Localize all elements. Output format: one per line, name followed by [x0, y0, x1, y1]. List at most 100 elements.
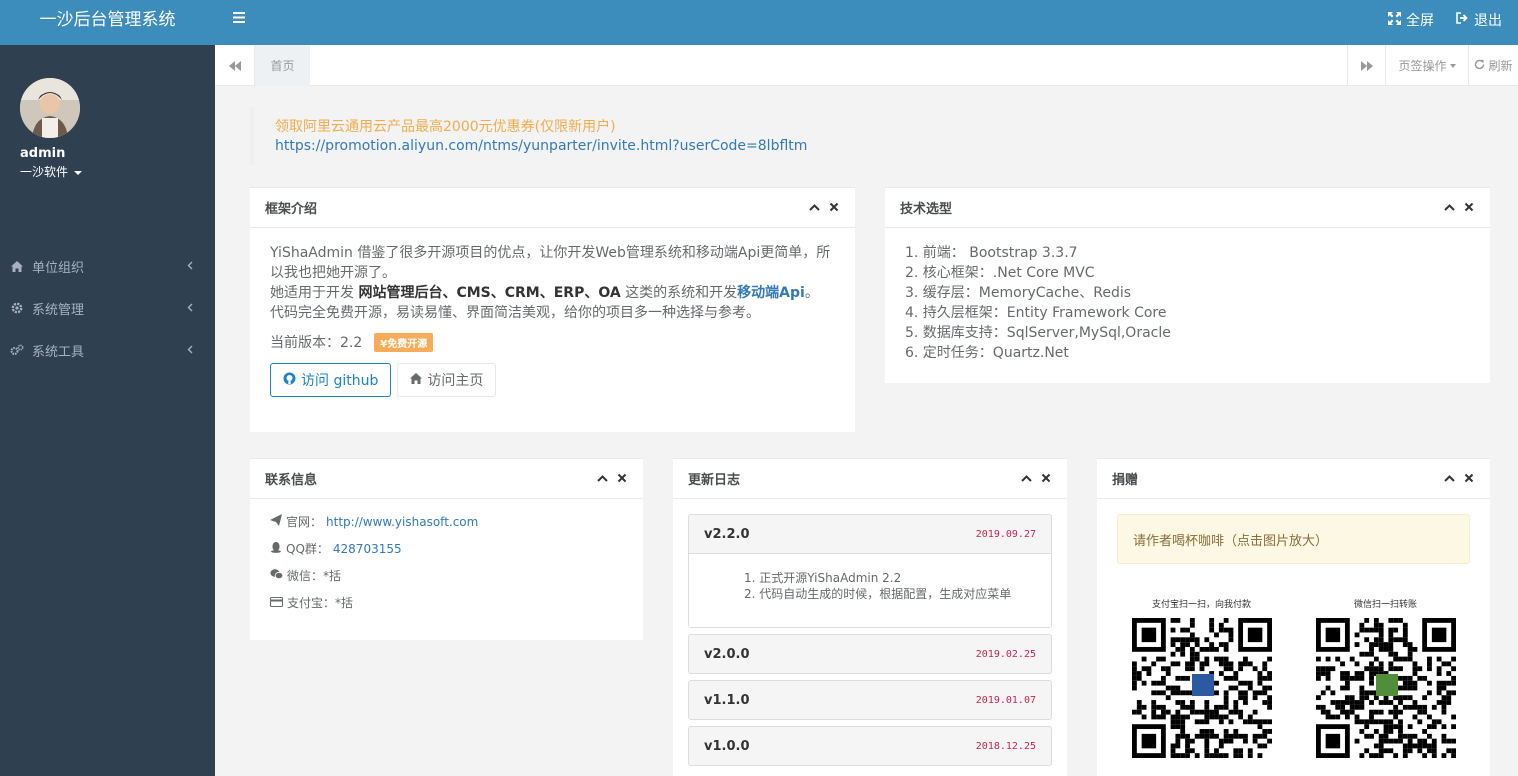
- changelog-version: v1.0.0: [704, 738, 750, 754]
- promo-link[interactable]: https://promotion.aliyun.com/ntms/yunpar…: [275, 137, 807, 156]
- panel-title: 更新日志: [688, 473, 741, 488]
- bars-icon: [233, 12, 245, 23]
- refresh-label: 刷新: [1488, 59, 1513, 73]
- chevron-left-icon: [187, 301, 195, 316]
- gear-icon: [10, 302, 24, 314]
- collapse-icon[interactable]: [597, 473, 608, 484]
- contact-wechat: 微信：*括: [270, 563, 623, 590]
- changelog-entry[interactable]: v1.1.0 2019.01.07: [688, 680, 1052, 720]
- fullscreen-button[interactable]: 全屏: [1388, 10, 1434, 30]
- wechat-qr-code-image[interactable]: [1315, 618, 1456, 758]
- gears-icon: [10, 344, 24, 356]
- close-icon[interactable]: [617, 473, 628, 484]
- home-icon: [410, 372, 423, 388]
- alipay-caption: 支付宝扫一扫，向我付款: [1151, 600, 1251, 610]
- changelog-entry[interactable]: v2.2.0 2019.09.27 1. 正式开源YiShaAdmin 2.2 …: [688, 514, 1052, 628]
- contact-alipay: 支付宝：*括: [270, 590, 623, 617]
- visit-github-button[interactable]: 访问 github: [270, 363, 392, 397]
- contact-website: 官网： http://www.yishasoft.com: [270, 509, 623, 536]
- visit-github-label: 访问 github: [301, 373, 379, 389]
- list-item: 2. 代码自动生成的时候，根据配置，生成对应菜单: [744, 587, 1012, 601]
- tab-home[interactable]: 首页: [255, 45, 310, 86]
- intro-description: YiShaAdmin 借鉴了很多开源项目的优点，让你开发Web管理系统和移动端A…: [270, 243, 835, 323]
- donate-alert: 请作者喝杯咖啡（点击图片放大）: [1117, 514, 1470, 564]
- changelog-version: v2.0.0: [704, 646, 750, 662]
- qq-group-link[interactable]: 428703155: [333, 536, 402, 563]
- changelog-date: 2018.12.25: [975, 740, 1036, 752]
- close-icon[interactable]: [1041, 473, 1052, 484]
- sidebar-item-label: 单位组织: [32, 260, 85, 276]
- qq-icon: [270, 536, 282, 563]
- tab-scroll-right-button[interactable]: [1347, 45, 1385, 86]
- sidebar-item-label: 系统工具: [32, 344, 85, 360]
- collapse-icon[interactable]: [1444, 473, 1455, 484]
- panel-title: 框架介绍: [265, 202, 318, 217]
- fullscreen-label: 全屏: [1406, 13, 1434, 29]
- user-org-dropdown[interactable]: 一沙软件: [20, 163, 215, 180]
- alipay-qr-code-image[interactable]: [1131, 618, 1272, 758]
- changelog-date: 2019.01.07: [975, 694, 1036, 706]
- page-tab-bar: 首页 页签操作 刷新: [215, 45, 1518, 86]
- refresh-icon: [1474, 59, 1485, 73]
- wechat-icon: [270, 563, 284, 590]
- sidebar-item-org[interactable]: 单位组织: [0, 245, 215, 287]
- contact-panel: 联系信息 官网： http://www.yishasoft.com QQ群： 428…: [250, 458, 643, 640]
- sidebar-item-tools[interactable]: 系统工具: [0, 329, 215, 371]
- caret-down-icon: [74, 170, 83, 175]
- collapse-icon[interactable]: [1021, 473, 1032, 484]
- website-link[interactable]: http://www.yishasoft.com: [326, 509, 478, 536]
- list-item: 5. 数据库支持：SqlServer,MySql,Oracle: [905, 325, 1171, 341]
- donate-panel: 捐赠 请作者喝杯咖啡（点击图片放大） 支付宝扫一扫，向我付款 微信扫一扫转账: [1097, 458, 1490, 776]
- chevron-left-icon: [187, 259, 195, 274]
- collapse-icon[interactable]: [1444, 202, 1455, 213]
- chevron-left-icon: [187, 343, 195, 358]
- list-item: 4. 持久层框架：Entity Framework Core: [905, 305, 1167, 321]
- changelog-version: v1.1.0: [704, 692, 750, 708]
- expand-icon: [1388, 11, 1401, 29]
- tab-scroll-left-button[interactable]: [215, 45, 255, 86]
- sidebar-item-label: 系统管理: [32, 302, 85, 318]
- panel-title: 捐赠: [1112, 473, 1139, 488]
- menu-toggle-button[interactable]: [233, 12, 249, 28]
- intro-line-2: 她适用于开发 网站管理后台、CMS、CRM、ERP、OA 这类的系统和开发移动端…: [270, 285, 819, 301]
- changelog-entry[interactable]: v1.0.0 2018.12.25: [688, 726, 1052, 766]
- user-name: admin: [20, 146, 66, 161]
- list-item: 2. 核心框架：.Net Core MVC: [905, 265, 1095, 281]
- list-item: 1. 前端： Bootstrap 3.3.7: [905, 245, 1078, 261]
- panel-title: 技术选型: [900, 202, 953, 217]
- tab-operations-label: 页签操作: [1398, 59, 1447, 73]
- sidebar: 一沙后台管理系统 admin 一沙软件 单位组织 系统管理 系统工具: [0, 0, 215, 776]
- list-item: 3. 缓存层：MemoryCache、Redis: [905, 285, 1132, 301]
- current-version: 当前版本：2.2: [270, 335, 363, 351]
- tab-operations-dropdown[interactable]: 页签操作: [1385, 45, 1468, 86]
- tech-panel: 技术选型 1. 前端： Bootstrap 3.3.7 2. 核心框架：.Net…: [885, 187, 1490, 383]
- logout-button[interactable]: 退出: [1456, 10, 1502, 30]
- sidebar-item-system[interactable]: 系统管理: [0, 287, 215, 329]
- visit-homepage-button[interactable]: 访问主页: [397, 363, 497, 397]
- backward-icon: [228, 60, 241, 71]
- wechat-qr[interactable]: 微信扫一扫转账: [1313, 597, 1458, 758]
- intro-line-3: 代码完全免费开源，易读易懂、界面简洁美观，给你的项目多一种选择与参考。: [270, 305, 760, 321]
- send-icon: [270, 509, 282, 536]
- close-icon[interactable]: [829, 202, 840, 213]
- close-icon[interactable]: [1464, 202, 1475, 213]
- user-profile: admin 一沙软件: [0, 45, 215, 245]
- user-org: 一沙软件: [20, 165, 69, 179]
- credit-card-icon: [270, 590, 283, 617]
- forward-icon: [1360, 60, 1373, 71]
- close-icon[interactable]: [1464, 473, 1475, 484]
- avatar[interactable]: [20, 78, 80, 138]
- refresh-button[interactable]: 刷新: [1468, 45, 1518, 86]
- contact-qq: QQ群： 428703155: [270, 536, 623, 563]
- changelog-panel: 更新日志 v2.2.0 2019.09.27 1. 正式开源YiShaAdmin…: [673, 458, 1067, 776]
- alipay-qr[interactable]: 支付宝扫一扫，向我付款: [1129, 597, 1274, 758]
- wechat-caption: 微信扫一扫转账: [1353, 600, 1417, 610]
- collapse-icon[interactable]: [809, 202, 820, 213]
- github-icon: [283, 372, 296, 389]
- changelog-entry[interactable]: v2.0.0 2019.02.25: [688, 634, 1052, 674]
- app-title: 一沙后台管理系统: [0, 0, 215, 45]
- panel-title: 联系信息: [265, 473, 318, 488]
- caret-down-icon: [1449, 63, 1456, 68]
- top-header: 全屏 退出: [215, 0, 1518, 45]
- intro-panel: 框架介绍 YiShaAdmin 借鉴了很多开源项目的优点，让你开发Web管理系统…: [250, 187, 855, 432]
